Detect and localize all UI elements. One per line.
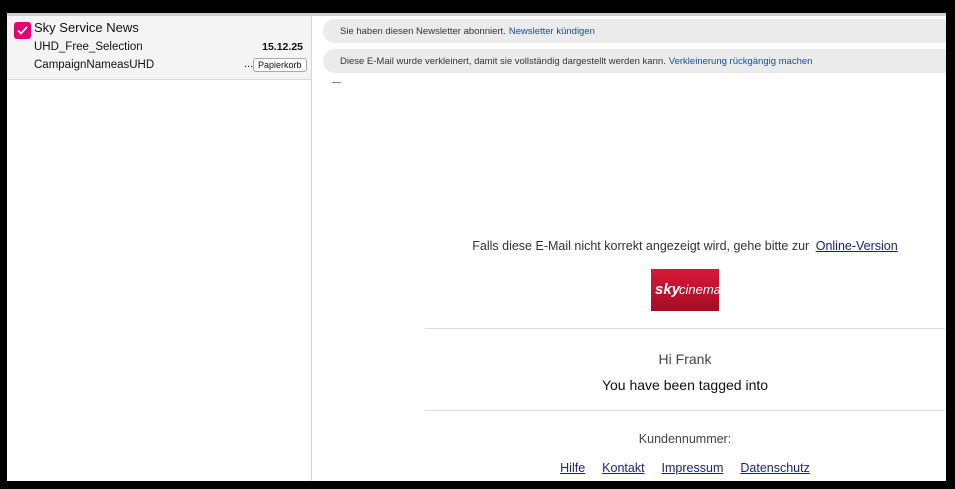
preview-ellipsis: ... [244, 58, 254, 70]
mail-subject: UHD_Free_Selection [34, 41, 143, 53]
sky-cinema-logo-image: sky cinema [651, 269, 719, 311]
svg-text:cinema: cinema [679, 282, 719, 297]
svg-text:sky: sky [655, 281, 681, 298]
shrink-info-bar: Diese E-Mail wurde verkleinert, damit si… [323, 49, 946, 73]
customer-number-label: Kundennummer: [638, 432, 732, 446]
reading-pane: Sie haben diesen Newsletter abonniert. N… [312, 16, 946, 481]
shrink-info-text: Diese E-Mail wurde verkleinert, damit si… [340, 55, 666, 67]
checkmark-icon [17, 26, 28, 35]
tagline: You have been tagged into [601, 377, 769, 393]
footer-link-kontakt[interactable]: Kontakt [602, 461, 644, 475]
unsubscribe-link[interactable]: Newsletter kündigen [509, 26, 595, 37]
newsletter-info-text: Sie haben diesen Newsletter abonniert. [340, 25, 506, 37]
online-version-line: Falls diese E-Mail nicht korrekt angezei… [425, 239, 945, 253]
divider-bottom [425, 410, 945, 411]
undo-shrink-link[interactable]: Verkleinerung rückgängig machen [669, 56, 813, 67]
mail-preview: CampaignNameasUHD [34, 59, 155, 71]
select-checkbox[interactable] [14, 22, 31, 39]
newsletter-info-bar: Sie haben diesen Newsletter abonniert. N… [323, 19, 946, 43]
mail-date: 15.12.25 [262, 41, 303, 53]
mail-sender: Sky Service News [34, 20, 139, 35]
folder-badge[interactable]: Papierkorb [253, 58, 307, 72]
sky-cinema-logo[interactable]: sky cinema [651, 269, 719, 311]
footer-link-datenschutz[interactable]: Datenschutz [740, 461, 809, 475]
greeting: Hi Frank [658, 351, 712, 367]
app-window: Sky Service News UHD_Free_Selection 15.1… [7, 13, 946, 481]
online-version-link[interactable]: Online-Version [816, 239, 898, 253]
divider-top [425, 328, 945, 329]
online-version-text: Falls diese E-Mail nicht korrekt angezei… [472, 239, 810, 253]
mail-list-pane: Sky Service News UHD_Free_Selection 15.1… [7, 16, 312, 481]
mail-list-item[interactable]: Sky Service News UHD_Free_Selection 15.1… [7, 16, 311, 80]
footer-link-hilfe[interactable]: Hilfe [560, 461, 585, 475]
divider-mark [332, 82, 341, 83]
footer-link-impressum[interactable]: Impressum [662, 461, 724, 475]
footer-links: Hilfe Kontakt Impressum Datenschutz [425, 461, 945, 475]
